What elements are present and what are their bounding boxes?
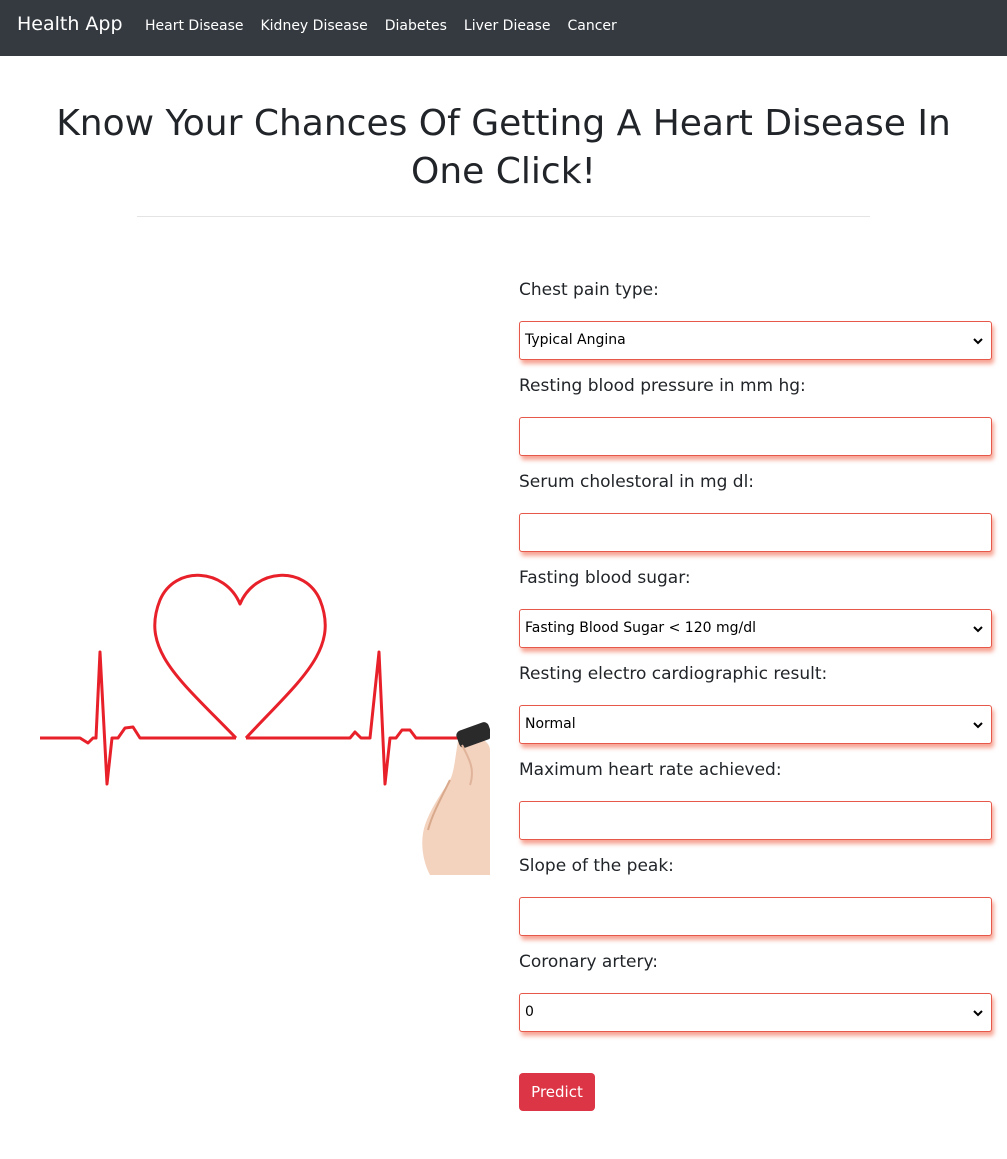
navbar: Health App Heart Disease Kidney Disease … [0, 0, 1007, 56]
divider [137, 216, 870, 217]
max-heart-rate-label: Maximum heart rate achieved: [519, 760, 782, 780]
nav-link-heart-disease[interactable]: Heart Disease [145, 18, 243, 34]
nav-links: Heart Disease Kidney Disease Diabetes Li… [145, 18, 617, 34]
fasting-blood-sugar-selected-value: Fasting Blood Sugar < 120 mg/dl [525, 620, 756, 636]
ecg-result-selected-value: Normal [525, 716, 576, 732]
nav-link-cancer[interactable]: Cancer [567, 18, 616, 34]
coronary-artery-selected-value: 0 [525, 1004, 534, 1020]
chest-pain-select[interactable]: Typical Angina [519, 321, 992, 360]
cholesterol-label: Serum cholestoral in mg dl: [519, 472, 755, 492]
cholesterol-input[interactable] [519, 513, 992, 552]
ecg-result-select[interactable]: Normal [519, 705, 992, 744]
coronary-artery-label: Coronary artery: [519, 952, 659, 972]
hand-marker-illustration [422, 722, 490, 875]
page-title: Know Your Chances Of Getting A Heart Dis… [56, 103, 951, 192]
max-heart-rate-input[interactable] [519, 801, 992, 840]
slope-input[interactable] [519, 897, 992, 936]
chest-pain-selected-value: Typical Angina [525, 332, 626, 348]
resting-bp-input[interactable] [519, 417, 992, 456]
chevron-down-icon [973, 722, 983, 729]
slope-label: Slope of the peak: [519, 856, 674, 876]
chevron-down-icon [973, 626, 983, 633]
coronary-artery-select[interactable]: 0 [519, 993, 992, 1032]
brand-logo[interactable]: Health App [17, 13, 123, 35]
resting-bp-label: Resting blood pressure in mm hg: [519, 376, 806, 396]
fasting-blood-sugar-label: Fasting blood sugar: [519, 568, 691, 588]
chevron-down-icon [973, 338, 983, 345]
chevron-down-icon [973, 1010, 983, 1017]
predict-button[interactable]: Predict [519, 1073, 595, 1111]
ecg-result-label: Resting electro cardiographic result: [519, 664, 828, 684]
heartbeat-illustration [30, 540, 490, 875]
nav-link-kidney-disease[interactable]: Kidney Disease [260, 18, 367, 34]
nav-link-liver-disease[interactable]: Liver Diease [464, 18, 551, 34]
nav-link-diabetes[interactable]: Diabetes [385, 18, 447, 34]
chest-pain-label: Chest pain type: [519, 280, 659, 300]
fasting-blood-sugar-select[interactable]: Fasting Blood Sugar < 120 mg/dl [519, 609, 992, 648]
